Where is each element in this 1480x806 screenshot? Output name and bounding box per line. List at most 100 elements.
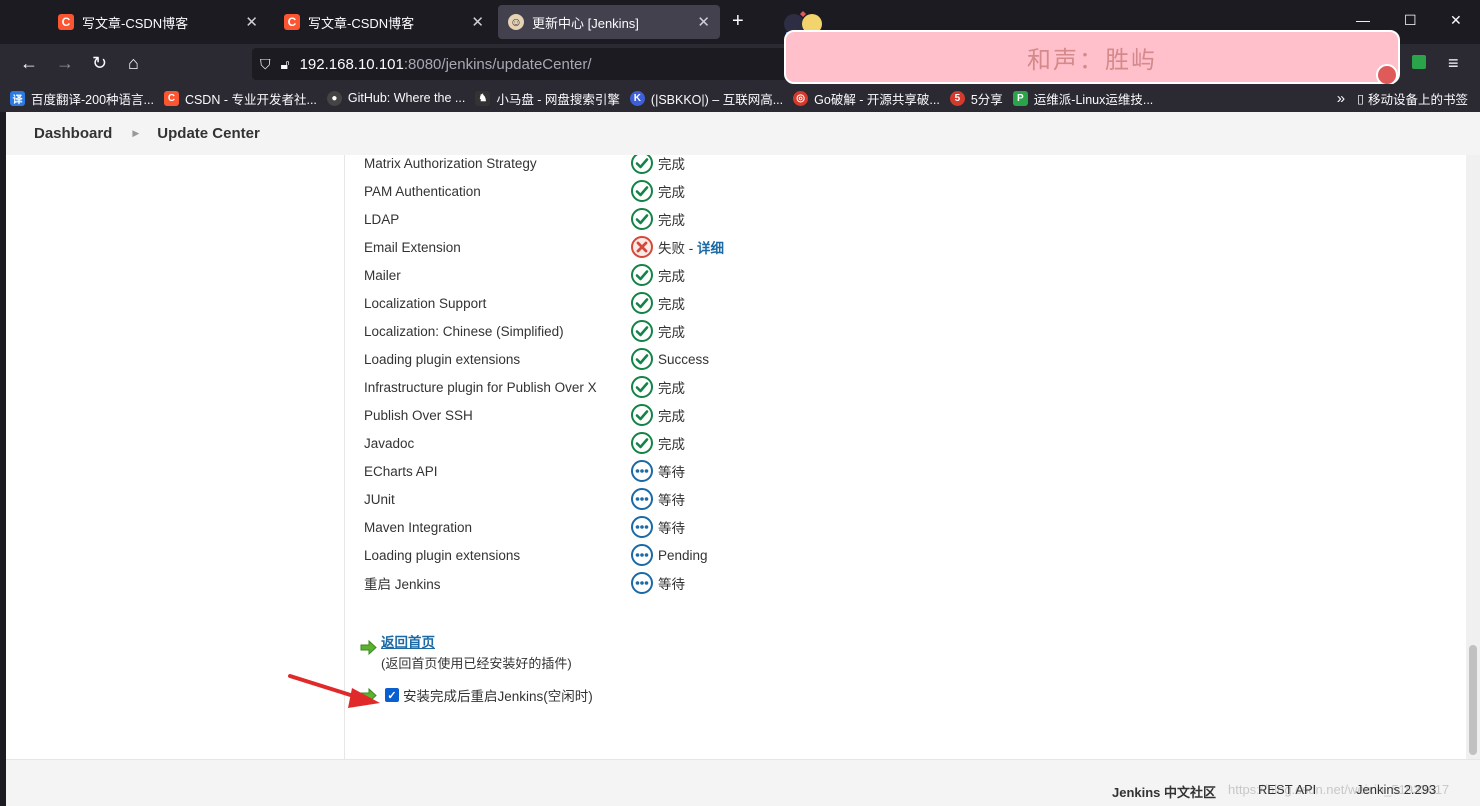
browser-tab-active[interactable]: ☺ 更新中心 [Jenkins] ✕	[498, 5, 720, 39]
close-tab-icon[interactable]: ✕	[697, 13, 710, 31]
check-circle-icon	[631, 404, 653, 426]
status-text: 等待	[658, 577, 685, 592]
status-text: 等待	[658, 465, 685, 480]
jenkins-version[interactable]: Jenkins 2.293	[1356, 782, 1436, 797]
menu-icon[interactable]: ≡	[1448, 53, 1459, 73]
bookmark-item[interactable]: 5 5分享	[949, 89, 1003, 108]
status-text: 完成	[658, 437, 685, 452]
plugin-status: Pending	[630, 543, 708, 567]
status-text: 完成	[658, 185, 685, 200]
bookmark-item[interactable]: P 运维派-Linux运维技...	[1012, 89, 1154, 108]
check-circle-icon	[631, 320, 653, 342]
browser-tab[interactable]: C 写文章-CSDN博客 ✕	[274, 5, 494, 39]
plugin-name: Email Extension	[364, 239, 461, 255]
url-path: :8080/jenkins/updateCenter/	[403, 55, 592, 73]
bookmark-label: (|SBKKO|) – 互联网高...	[650, 92, 784, 107]
ball-icon	[1376, 64, 1398, 86]
status-text: Success	[658, 351, 710, 367]
shield-icon[interactable]: ⛉	[260, 56, 271, 73]
new-tab-icon[interactable]: +	[732, 10, 744, 33]
plugin-row: Loading plugin extensions Pending	[364, 541, 708, 569]
bookmark-item[interactable]: ◎ Go破解 - 开源共享破...	[793, 89, 940, 108]
home-icon[interactable]: ⌂	[128, 53, 139, 73]
plugin-name: JUnit	[364, 491, 395, 507]
status-text: Pending	[658, 547, 708, 563]
csdn-icon: C	[284, 14, 300, 30]
plugin-name: Matrix Authorization Strategy	[364, 155, 537, 171]
mobile-bookmarks-label[interactable]: 移动设备上的书签	[1368, 89, 1468, 108]
close-tab-icon[interactable]: ✕	[245, 13, 258, 31]
plugin-status: 完成	[630, 375, 685, 399]
plugin-status: 等待	[630, 459, 685, 483]
plugin-row: JUnit 等待	[364, 485, 685, 513]
plugin-name: Loading plugin extensions	[364, 351, 521, 367]
plugin-row: Infrastructure plugin for Publish Over X…	[364, 373, 685, 401]
check-circle-icon	[631, 348, 653, 370]
plugin-status: 完成	[630, 403, 685, 427]
breadcrumb-dashboard[interactable]: Dashboard	[34, 125, 112, 142]
extension-icon[interactable]	[1412, 55, 1426, 69]
check-circle-icon	[631, 292, 653, 314]
plugin-row: Localization: Chinese (Simplified) 完成	[364, 317, 685, 345]
status-text: 完成	[658, 381, 685, 396]
url-host: 192.168.10.101	[299, 55, 404, 73]
plugin-status: 等待	[630, 515, 685, 539]
insecure-lock-icon[interactable]: 🔓︎	[281, 56, 290, 73]
restart-label[interactable]: 安装完成后重启Jenkins(空闲时)	[403, 685, 593, 705]
mobile-icon: ▯	[1357, 91, 1364, 106]
community-link[interactable]: Jenkins 中文社区	[1112, 782, 1216, 801]
bookmark-label: 运维派-Linux运维技...	[1033, 92, 1154, 107]
lyrics-banner: 和声：胜屿	[784, 30, 1400, 84]
back-icon[interactable]: ←	[20, 53, 38, 73]
bookmark-item[interactable]: K (|SBKKO|) – 互联网高...	[629, 89, 784, 108]
five-icon: 5	[949, 90, 965, 106]
status-text: 完成	[658, 325, 685, 340]
bookmark-label: CSDN - 专业开发者社...	[184, 92, 317, 107]
bookmark-item[interactable]: ♞ 小马盘 - 网盘搜索引擎	[475, 89, 620, 108]
csdn-icon: C	[163, 90, 179, 106]
plugin-name: Localization: Chinese (Simplified)	[364, 323, 564, 339]
pending-circle-icon	[631, 460, 653, 482]
breadcrumb-update-center[interactable]: Update Center	[157, 125, 260, 142]
plugin-status: 等待	[630, 487, 685, 511]
plugin-status: 完成	[630, 319, 685, 343]
bookmark-item[interactable]: ● GitHub: Where the ...	[326, 90, 465, 106]
error-circle-icon	[631, 236, 653, 258]
plugin-name: Maven Integration	[364, 519, 473, 535]
reload-icon[interactable]: ↻	[92, 53, 107, 73]
back-to-dashboard-link[interactable]: 返回首页	[381, 631, 435, 651]
plugin-row: Email Extension 失败 - 详细	[364, 233, 724, 261]
scrollbar-thumb[interactable]	[1469, 645, 1477, 755]
address-bar[interactable]: ⛉ 🔓︎ 192.168.10.101:8080/jenkins/updateC…	[252, 48, 792, 80]
status-text: 完成	[658, 213, 685, 228]
plugin-status: 等待	[630, 571, 685, 595]
jenkins-icon: ☺	[508, 14, 524, 30]
csdn-icon: C	[58, 14, 74, 30]
plugin-row: PAM Authentication 完成	[364, 177, 685, 205]
red-annotation-arrow	[288, 674, 380, 708]
status-text: 等待	[658, 521, 685, 536]
rest-api-link[interactable]: REST API	[1258, 782, 1316, 797]
plugin-row: LDAP 完成	[364, 205, 685, 233]
plugin-row: ECharts API 等待	[364, 457, 685, 485]
plugin-row: Mailer 完成	[364, 261, 685, 289]
plugin-status: 完成	[630, 179, 685, 203]
forward-icon[interactable]: →	[56, 53, 74, 73]
browser-tab[interactable]: C 写文章-CSDN博客 ✕	[48, 5, 268, 39]
plugin-status: Success	[630, 347, 709, 371]
plugin-row: Maven Integration 等待	[364, 513, 685, 541]
bookmark-item[interactable]: C CSDN - 专业开发者社...	[163, 89, 317, 108]
check-circle-icon	[631, 376, 653, 398]
bookmark-item[interactable]: 译百度翻译-200种语言...	[10, 89, 154, 108]
back-note: (返回首页使用已经安装好的插件)	[381, 656, 572, 671]
window-close-icon[interactable]: ✕	[1450, 12, 1462, 29]
failure-details-link[interactable]: 详细	[697, 237, 724, 257]
chevron-double-right-icon[interactable]: »	[1337, 90, 1345, 107]
k-icon: K	[629, 90, 645, 106]
plugin-name: Mailer	[364, 267, 401, 283]
page-scrollbar[interactable]	[1466, 155, 1480, 759]
check-circle-icon	[631, 155, 653, 174]
maximize-icon[interactable]: ☐	[1404, 12, 1417, 29]
close-tab-icon[interactable]: ✕	[471, 13, 484, 31]
minimize-icon[interactable]: —	[1356, 12, 1370, 28]
